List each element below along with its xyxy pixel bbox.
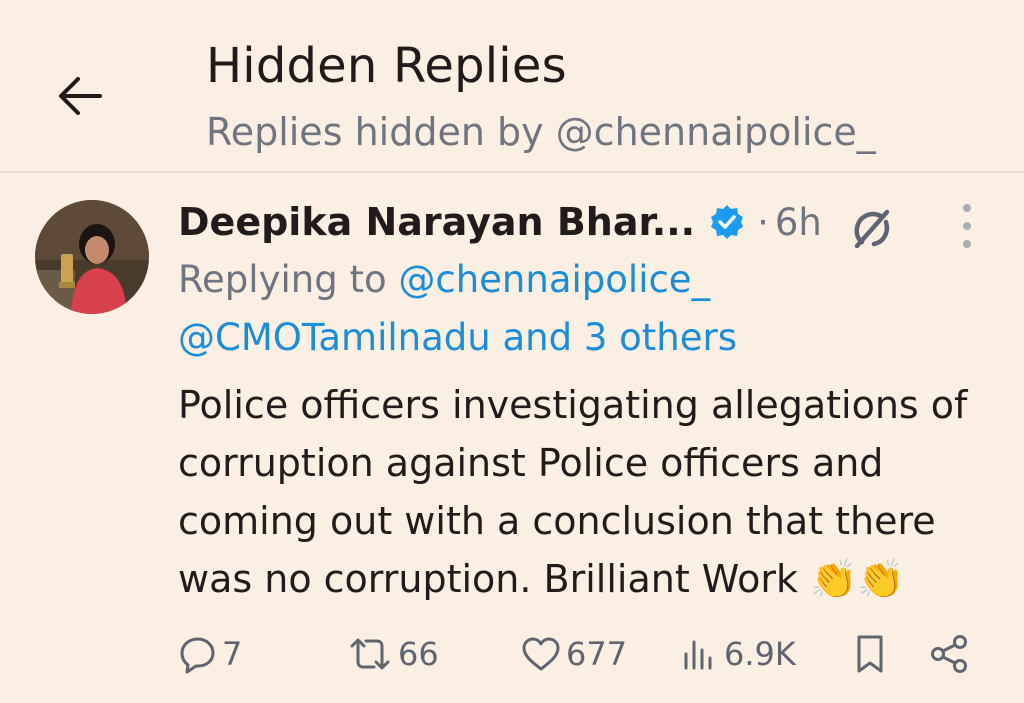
tweet-text-line: Police officers investigating allegation… xyxy=(178,383,968,427)
replying-to-line: Replying to @chennaipolice_ xyxy=(178,258,710,301)
page-title: Hidden Replies xyxy=(206,38,567,94)
author-avatar[interactable] xyxy=(35,200,149,314)
bookmark-button[interactable] xyxy=(852,624,888,684)
tweet-text: Police officers investigating allegation… xyxy=(178,376,1008,608)
back-button[interactable] xyxy=(50,66,110,126)
replying-handle-link[interactable]: @chennaipolice_ xyxy=(398,258,710,301)
repost-count: 66 xyxy=(398,635,439,673)
more-vertical-icon[interactable] xyxy=(950,204,984,248)
verified-badge-icon xyxy=(709,204,745,240)
tweet-separator: · xyxy=(757,200,769,244)
top-bar: Hidden Replies Replies hidden by @chenna… xyxy=(0,0,1024,172)
repost-button[interactable]: 66 xyxy=(346,624,439,684)
hidden-replies-screen: Hidden Replies Replies hidden by @chenna… xyxy=(0,0,1024,703)
header-divider xyxy=(0,171,1024,173)
like-icon xyxy=(522,637,560,671)
views-count: 6.9K xyxy=(724,635,796,673)
views-icon xyxy=(684,640,712,670)
share-button[interactable] xyxy=(928,624,970,684)
repost-icon xyxy=(350,638,390,670)
grok-icon[interactable] xyxy=(847,202,899,254)
tweet-header: Deepika Narayan Bhar... · 6h xyxy=(178,194,822,250)
replying-others-link[interactable]: @CMOTamilnadu and 3 others xyxy=(178,316,737,359)
views-button[interactable]: 6.9K xyxy=(680,624,796,684)
replying-to-line-2: @CMOTamilnadu and 3 others xyxy=(178,316,737,359)
page-subtitle: Replies hidden by @chennaipolice_ xyxy=(206,110,876,154)
reply-count: 7 xyxy=(222,635,243,673)
replying-prefix: Replying to xyxy=(178,258,387,301)
tweet-text-line: coming out with a conclusion that there xyxy=(178,499,936,543)
reply-button[interactable]: 7 xyxy=(178,624,242,684)
tweet-time[interactable]: 6h xyxy=(775,201,822,244)
tweet-text-line: was no corruption. Brilliant Work 👏👏 xyxy=(178,557,905,601)
avatar-image xyxy=(35,200,149,314)
tweet-text-line: corruption against Police officers and xyxy=(178,441,884,485)
like-count: 677 xyxy=(566,635,628,673)
like-button[interactable]: 677 xyxy=(520,624,627,684)
share-icon xyxy=(931,635,967,673)
tweet-action-bar: 7 66 677 6.9K xyxy=(0,624,1024,684)
reply-icon xyxy=(180,637,215,674)
bookmark-icon xyxy=(857,635,883,673)
back-arrow-icon xyxy=(59,77,102,115)
author-name[interactable]: Deepika Narayan Bhar... xyxy=(178,200,695,244)
